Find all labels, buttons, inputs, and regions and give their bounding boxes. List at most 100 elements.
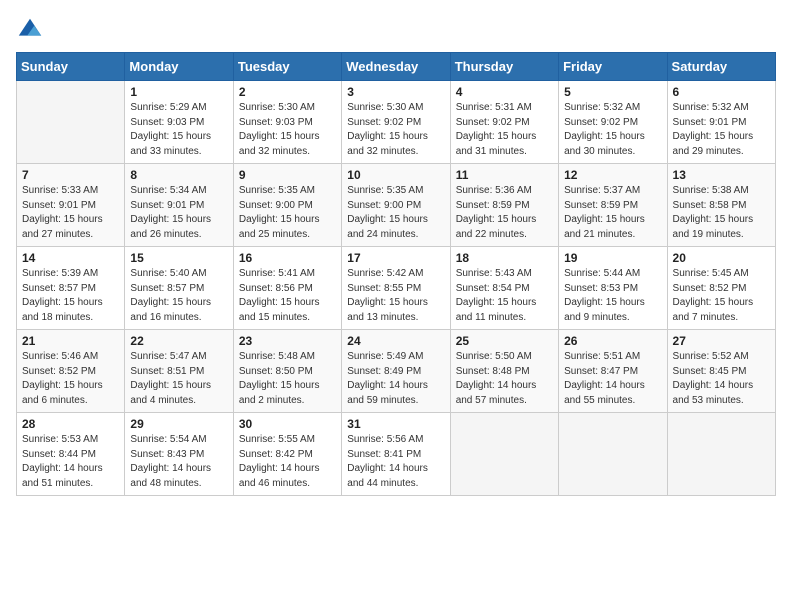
calendar-cell: 2Sunrise: 5:30 AM Sunset: 9:03 PM Daylig…	[233, 81, 341, 164]
calendar-header: SundayMondayTuesdayWednesdayThursdayFrid…	[17, 53, 776, 81]
calendar-cell: 22Sunrise: 5:47 AM Sunset: 8:51 PM Dayli…	[125, 330, 233, 413]
calendar-cell: 25 Sunrise: 5:50 AM Sunset: 8:48 PM Dayli…	[450, 330, 558, 413]
calendar-cell: 16 Sunrise: 5:41 AM Sunset: 8:56 PM Dayli…	[233, 247, 341, 330]
day-number: 17	[347, 251, 444, 265]
day-number: 4	[456, 85, 553, 99]
day-info: Sunrise: 5:35 AM Sunset: 9:00 PM Dayligh…	[239, 184, 336, 242]
calendar: SundayMondayTuesdayWednesdayThursdayFrid…	[16, 52, 776, 496]
day-number: 1	[130, 85, 227, 99]
weekday-header-thursday: Thursday	[450, 53, 558, 81]
day-info: Sunrise: 5:40 AM Sunset: 8:57 PM Dayligh…	[130, 267, 227, 325]
day-info: Sunrise: 5:38 AM Sunset: 8:58 PM Dayligh…	[673, 184, 770, 242]
calendar-cell	[667, 413, 775, 496]
calendar-cell: 1 Sunrise: 5:29 AM Sunset: 9:03 PM Daylig…	[125, 81, 233, 164]
day-info: Sunrise: 5:55 AM Sunset: 8:42 PM Dayligh…	[239, 433, 336, 491]
calendar-week-1: 1 Sunrise: 5:29 AM Sunset: 9:03 PM Daylig…	[17, 81, 776, 164]
calendar-cell	[450, 413, 558, 496]
day-number: 8	[130, 168, 227, 182]
calendar-cell: 27 Sunrise: 5:52 AM Sunset: 8:45 PM Dayli…	[667, 330, 775, 413]
day-number: 26	[564, 334, 661, 348]
calendar-cell: 31 Sunrise: 5:56 AM Sunset: 8:41 PM Dayli…	[342, 413, 450, 496]
calendar-cell: 28Sunrise: 5:53 AM Sunset: 8:44 PM Dayli…	[17, 413, 125, 496]
day-info: Sunrise: 5:30 AM Sunset: 9:03 PM Dayligh…	[239, 101, 336, 159]
weekday-header-sunday: Sunday	[17, 53, 125, 81]
calendar-cell: 19Sunrise: 5:44 AM Sunset: 8:53 PM Dayli…	[559, 247, 667, 330]
day-number: 25	[456, 334, 553, 348]
weekday-header-tuesday: Tuesday	[233, 53, 341, 81]
day-number: 24	[347, 334, 444, 348]
calendar-week-2: 7Sunrise: 5:33 AM Sunset: 9:01 PM Daylig…	[17, 164, 776, 247]
day-number: 30	[239, 417, 336, 431]
day-info: Sunrise: 5:49 AM Sunset: 8:49 PM Dayligh…	[347, 350, 444, 408]
calendar-cell: 30 Sunrise: 5:55 AM Sunset: 8:42 PM Dayli…	[233, 413, 341, 496]
day-number: 5	[564, 85, 661, 99]
weekday-header-monday: Monday	[125, 53, 233, 81]
day-info: Sunrise: 5:32 AM Sunset: 9:01 PM Dayligh…	[673, 101, 770, 159]
calendar-cell: 29 Sunrise: 5:54 AM Sunset: 8:43 PM Dayli…	[125, 413, 233, 496]
logo-icon	[16, 16, 44, 44]
day-info: Sunrise: 5:52 AM Sunset: 8:45 PM Dayligh…	[673, 350, 770, 408]
day-number: 31	[347, 417, 444, 431]
day-number: 13	[673, 168, 770, 182]
day-info: Sunrise: 5:29 AM Sunset: 9:03 PM Dayligh…	[130, 101, 227, 159]
logo	[16, 16, 48, 44]
calendar-cell: 17 Sunrise: 5:42 AM Sunset: 8:55 PM Dayli…	[342, 247, 450, 330]
day-number: 22	[130, 334, 227, 348]
calendar-week-4: 21 Sunrise: 5:46 AM Sunset: 8:52 PM Dayli…	[17, 330, 776, 413]
day-info: Sunrise: 5:56 AM Sunset: 8:41 PM Dayligh…	[347, 433, 444, 491]
day-number: 7	[22, 168, 119, 182]
calendar-cell: 23Sunrise: 5:48 AM Sunset: 8:50 PM Dayli…	[233, 330, 341, 413]
day-number: 20	[673, 251, 770, 265]
header	[16, 16, 776, 44]
day-number: 11	[456, 168, 553, 182]
day-number: 6	[673, 85, 770, 99]
weekday-row: SundayMondayTuesdayWednesdayThursdayFrid…	[17, 53, 776, 81]
calendar-cell: 9Sunrise: 5:35 AM Sunset: 9:00 PM Daylig…	[233, 164, 341, 247]
calendar-cell: 8 Sunrise: 5:34 AM Sunset: 9:01 PM Daylig…	[125, 164, 233, 247]
calendar-cell: 5 Sunrise: 5:32 AM Sunset: 9:02 PM Daylig…	[559, 81, 667, 164]
calendar-cell: 15 Sunrise: 5:40 AM Sunset: 8:57 PM Dayli…	[125, 247, 233, 330]
day-number: 15	[130, 251, 227, 265]
calendar-cell: 18 Sunrise: 5:43 AM Sunset: 8:54 PM Dayli…	[450, 247, 558, 330]
calendar-cell: 3 Sunrise: 5:30 AM Sunset: 9:02 PM Daylig…	[342, 81, 450, 164]
day-number: 21	[22, 334, 119, 348]
day-info: Sunrise: 5:50 AM Sunset: 8:48 PM Dayligh…	[456, 350, 553, 408]
day-info: Sunrise: 5:51 AM Sunset: 8:47 PM Dayligh…	[564, 350, 661, 408]
day-info: Sunrise: 5:46 AM Sunset: 8:52 PM Dayligh…	[22, 350, 119, 408]
day-info: Sunrise: 5:48 AM Sunset: 8:50 PM Dayligh…	[239, 350, 336, 408]
day-info: Sunrise: 5:32 AM Sunset: 9:02 PM Dayligh…	[564, 101, 661, 159]
day-number: 18	[456, 251, 553, 265]
day-info: Sunrise: 5:39 AM Sunset: 8:57 PM Dayligh…	[22, 267, 119, 325]
day-number: 3	[347, 85, 444, 99]
day-info: Sunrise: 5:45 AM Sunset: 8:52 PM Dayligh…	[673, 267, 770, 325]
day-number: 27	[673, 334, 770, 348]
day-info: Sunrise: 5:35 AM Sunset: 9:00 PM Dayligh…	[347, 184, 444, 242]
day-info: Sunrise: 5:37 AM Sunset: 8:59 PM Dayligh…	[564, 184, 661, 242]
calendar-cell	[559, 413, 667, 496]
calendar-cell: 20 Sunrise: 5:45 AM Sunset: 8:52 PM Dayli…	[667, 247, 775, 330]
day-info: Sunrise: 5:34 AM Sunset: 9:01 PM Dayligh…	[130, 184, 227, 242]
calendar-week-3: 14Sunrise: 5:39 AM Sunset: 8:57 PM Dayli…	[17, 247, 776, 330]
calendar-week-5: 28Sunrise: 5:53 AM Sunset: 8:44 PM Dayli…	[17, 413, 776, 496]
day-info: Sunrise: 5:54 AM Sunset: 8:43 PM Dayligh…	[130, 433, 227, 491]
day-info: Sunrise: 5:30 AM Sunset: 9:02 PM Dayligh…	[347, 101, 444, 159]
weekday-header-friday: Friday	[559, 53, 667, 81]
calendar-cell: 21 Sunrise: 5:46 AM Sunset: 8:52 PM Dayli…	[17, 330, 125, 413]
day-info: Sunrise: 5:53 AM Sunset: 8:44 PM Dayligh…	[22, 433, 119, 491]
day-info: Sunrise: 5:31 AM Sunset: 9:02 PM Dayligh…	[456, 101, 553, 159]
day-info: Sunrise: 5:44 AM Sunset: 8:53 PM Dayligh…	[564, 267, 661, 325]
calendar-cell: 4 Sunrise: 5:31 AM Sunset: 9:02 PM Daylig…	[450, 81, 558, 164]
calendar-cell: 13 Sunrise: 5:38 AM Sunset: 8:58 PM Dayli…	[667, 164, 775, 247]
calendar-cell: 10Sunrise: 5:35 AM Sunset: 9:00 PM Dayli…	[342, 164, 450, 247]
day-number: 29	[130, 417, 227, 431]
calendar-cell: 14Sunrise: 5:39 AM Sunset: 8:57 PM Dayli…	[17, 247, 125, 330]
day-info: Sunrise: 5:42 AM Sunset: 8:55 PM Dayligh…	[347, 267, 444, 325]
calendar-cell: 12 Sunrise: 5:37 AM Sunset: 8:59 PM Dayli…	[559, 164, 667, 247]
day-info: Sunrise: 5:41 AM Sunset: 8:56 PM Dayligh…	[239, 267, 336, 325]
calendar-cell: 7Sunrise: 5:33 AM Sunset: 9:01 PM Daylig…	[17, 164, 125, 247]
weekday-header-wednesday: Wednesday	[342, 53, 450, 81]
day-info: Sunrise: 5:43 AM Sunset: 8:54 PM Dayligh…	[456, 267, 553, 325]
day-number: 16	[239, 251, 336, 265]
calendar-body: 1 Sunrise: 5:29 AM Sunset: 9:03 PM Daylig…	[17, 81, 776, 496]
day-number: 12	[564, 168, 661, 182]
